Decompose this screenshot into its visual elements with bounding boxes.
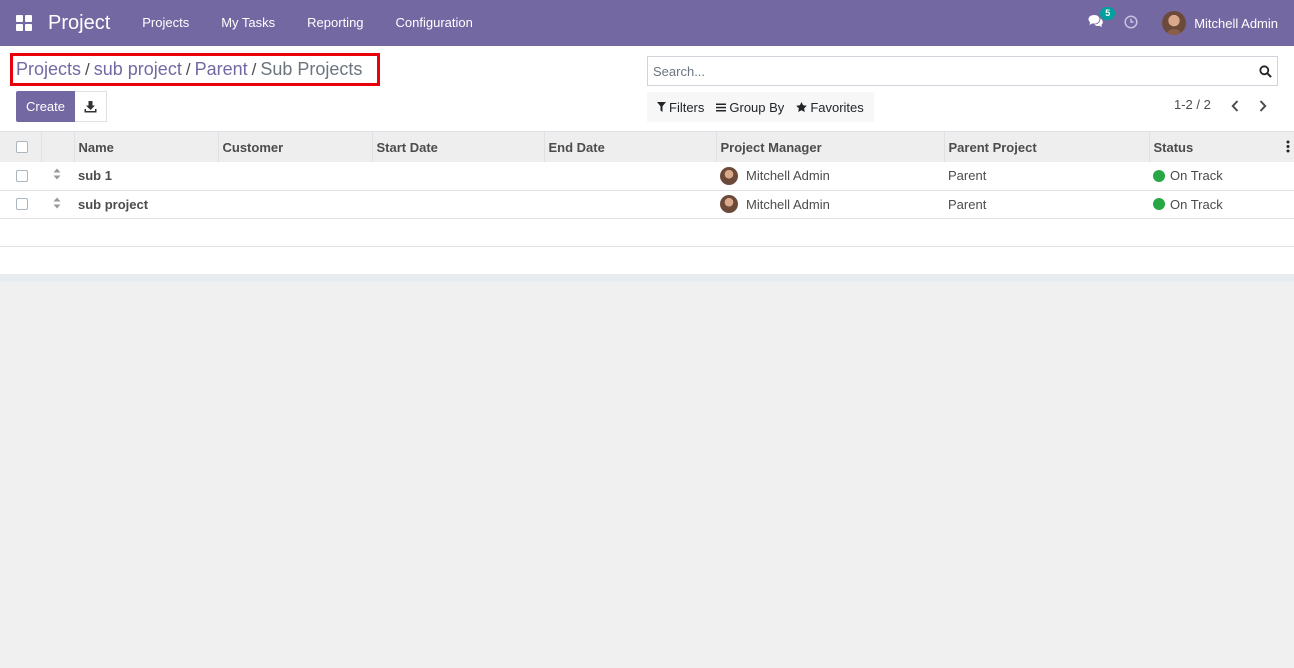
cell-end-date[interactable] xyxy=(544,162,716,190)
column-header-parent-project[interactable]: Parent Project xyxy=(943,132,1149,162)
cell-name[interactable]: sub 1 xyxy=(74,162,218,190)
row-select-cell[interactable] xyxy=(0,162,41,190)
clock-icon xyxy=(1124,15,1138,29)
breadcrumb-separator: / xyxy=(85,59,90,79)
user-menu[interactable]: Mitchell Admin xyxy=(1162,11,1278,35)
user-avatar xyxy=(1162,11,1187,35)
cell-status[interactable]: On Track xyxy=(1149,190,1294,218)
menu-configuration[interactable]: Configuration xyxy=(380,0,489,46)
bars-icon xyxy=(716,103,727,111)
drag-handle-icon[interactable] xyxy=(53,168,61,180)
breadcrumb-sub-project[interactable]: sub project xyxy=(94,59,182,80)
row-checkbox[interactable] xyxy=(16,198,28,210)
cell-start-date[interactable] xyxy=(372,190,544,218)
row-handle-cell[interactable] xyxy=(41,190,74,218)
cell-end-date[interactable] xyxy=(544,190,716,218)
filters-label: Filters xyxy=(669,99,705,115)
empty-row xyxy=(0,218,1294,246)
search-icon xyxy=(1258,64,1272,78)
apps-menu-icon[interactable] xyxy=(16,15,32,31)
download-icon xyxy=(84,100,97,112)
activity-button[interactable] xyxy=(1124,15,1140,31)
control-panel: Projects / sub project / Parent / Sub Pr… xyxy=(0,46,1294,132)
breadcrumb-separator: / xyxy=(185,59,191,79)
manager-name: Mitchell Admin xyxy=(746,196,830,212)
user-name: Mitchell Admin xyxy=(1194,15,1278,31)
top-navbar: Project Projects My Tasks Reporting Conf… xyxy=(0,0,1294,46)
star-icon xyxy=(796,102,808,112)
cell-customer[interactable] xyxy=(218,162,372,190)
search-options: Filters Group By Favorites xyxy=(647,92,874,122)
cell-parent-project[interactable]: Parent xyxy=(944,162,1149,190)
table-row[interactable]: sub project Mitchell Admin Parent On Tra… xyxy=(0,190,1294,218)
list-view: Name Customer Start Date End Date Projec… xyxy=(0,132,1294,282)
filter-icon xyxy=(657,102,666,112)
empty-row xyxy=(0,246,1294,274)
breadcrumb-projects[interactable]: Projects xyxy=(16,59,81,80)
status-label: On Track xyxy=(1170,196,1223,212)
create-button[interactable]: Create xyxy=(16,91,75,122)
pager-previous-button[interactable] xyxy=(1227,97,1243,115)
group-by-label: Group By xyxy=(729,99,785,115)
menu-reporting[interactable]: Reporting xyxy=(291,0,379,46)
menu-projects[interactable]: Projects xyxy=(126,0,205,46)
column-header-name[interactable]: Name xyxy=(73,132,218,162)
cell-parent-project[interactable]: Parent xyxy=(944,190,1149,218)
export-button[interactable] xyxy=(75,91,107,122)
row-select-cell[interactable] xyxy=(0,190,41,218)
status-dot xyxy=(1153,198,1165,210)
chat-count-badge: 5 xyxy=(1100,7,1116,20)
breadcrumb-parent[interactable]: Parent xyxy=(195,59,248,80)
breadcrumb-separator: / xyxy=(251,59,257,79)
filters-button[interactable]: Filters xyxy=(651,92,710,122)
cell-customer[interactable] xyxy=(218,190,372,218)
drag-handle-icon[interactable] xyxy=(53,197,61,209)
manager-avatar xyxy=(720,195,738,213)
column-header-customer[interactable]: Customer xyxy=(217,132,372,162)
messaging-button[interactable]: 5 xyxy=(1088,7,1116,32)
column-header-status-cell[interactable]: Status xyxy=(1148,132,1294,162)
select-all-header[interactable] xyxy=(0,132,41,162)
breadcrumb: Projects / sub project / Parent / Sub Pr… xyxy=(10,53,380,86)
projects-table: Name Customer Start Date End Date Projec… xyxy=(0,132,1294,274)
select-all-checkbox[interactable] xyxy=(16,141,28,153)
search-button[interactable] xyxy=(1253,57,1277,85)
cell-start-date[interactable] xyxy=(372,162,544,190)
menu-my-tasks[interactable]: My Tasks xyxy=(205,0,291,46)
favorites-label: Favorites xyxy=(810,99,864,115)
manager-name: Mitchell Admin xyxy=(746,168,830,184)
handle-header xyxy=(40,132,74,162)
column-header-start-date[interactable]: Start Date xyxy=(371,132,544,162)
cell-status[interactable]: On Track xyxy=(1149,162,1294,190)
group-by-button[interactable]: Group By xyxy=(710,92,790,122)
cell-name[interactable]: sub project xyxy=(74,190,218,218)
search-box xyxy=(647,56,1278,86)
navbar-systray: 5 Mitchell Admin xyxy=(1088,0,1294,46)
column-header-project-manager[interactable]: Project Manager xyxy=(715,132,944,162)
chevron-right-icon xyxy=(1259,100,1267,112)
cell-project-manager[interactable]: Mitchell Admin xyxy=(716,190,944,218)
table-row[interactable]: sub 1 Mitchell Admin Parent On Track xyxy=(0,162,1294,190)
favorites-button[interactable]: Favorites xyxy=(790,92,869,122)
pager-next-button[interactable] xyxy=(1255,97,1271,115)
chevron-left-icon xyxy=(1231,100,1239,112)
row-checkbox[interactable] xyxy=(16,169,28,182)
column-header-status[interactable]: Status xyxy=(1154,140,1194,155)
status-label: On Track xyxy=(1170,168,1223,184)
column-header-end-date[interactable]: End Date xyxy=(543,132,716,162)
app-brand[interactable]: Project xyxy=(48,12,110,35)
breadcrumb-current: Sub Projects xyxy=(260,59,363,79)
row-handle-cell[interactable] xyxy=(41,162,74,190)
pager-value[interactable]: 1-2 / 2 xyxy=(1174,97,1211,112)
optional-columns-icon[interactable] xyxy=(1286,140,1290,153)
cell-project-manager[interactable]: Mitchell Admin xyxy=(716,162,944,190)
status-dot xyxy=(1153,169,1165,182)
manager-avatar xyxy=(720,166,738,185)
search-input[interactable] xyxy=(648,57,1253,85)
table-header: Name Customer Start Date End Date Projec… xyxy=(0,132,1294,162)
